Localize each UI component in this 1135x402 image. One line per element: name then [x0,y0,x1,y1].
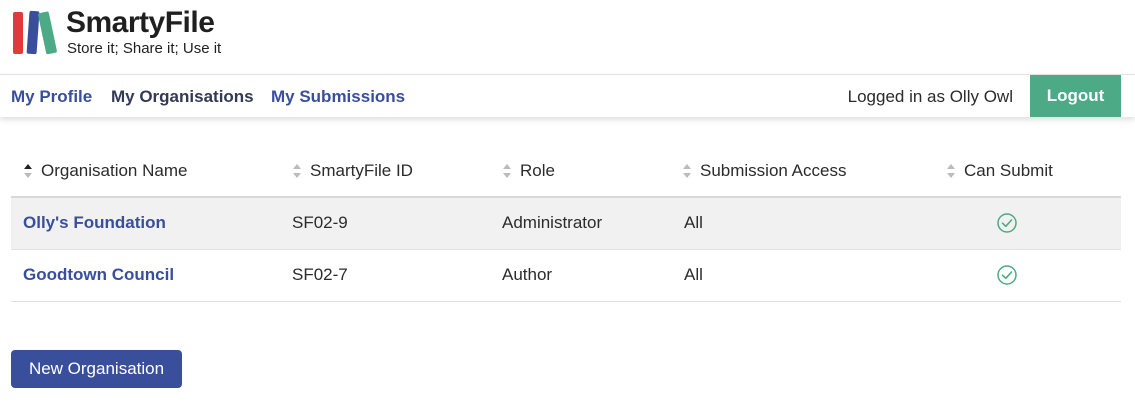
organisations-table: Organisation Name SmartyFile ID Role Sub… [11,145,1121,302]
logout-button[interactable]: Logout [1030,75,1121,117]
sort-icon [292,163,304,179]
column-header-organisation-name[interactable]: Organisation Name [11,145,282,198]
cell-can-submit [936,249,1121,302]
cell-role: Administrator [487,197,672,250]
column-header-label: SmartyFile ID [310,160,413,180]
table-header-row: Organisation Name SmartyFile ID Role Sub… [11,145,1121,198]
nav-my-submissions[interactable]: My Submissions [271,87,405,107]
brand-name: SmartyFile [66,6,215,39]
column-header-smartyfile-id[interactable]: SmartyFile ID [282,145,487,198]
table-row: Goodtown Council SF02-7 Author All [11,249,1121,302]
check-circle-icon [997,213,1017,233]
logo-icon [13,10,57,55]
cell-smartyfile-id: SF02-9 [282,197,487,250]
table-row: Olly's Foundation SF02-9 Administrator A… [11,197,1121,250]
column-header-label: Submission Access [700,160,847,180]
header: SmartyFile Store it; Share it; Use it [0,0,1135,74]
organisation-link[interactable]: Goodtown Council [23,265,174,284]
column-header-label: Organisation Name [41,160,188,180]
column-header-label: Role [520,160,555,180]
sort-icon [946,163,958,179]
column-header-label: Can Submit [964,160,1053,180]
organisation-link[interactable]: Olly's Foundation [23,213,166,232]
column-header-submission-access[interactable]: Submission Access [672,145,936,198]
column-header-can-submit[interactable]: Can Submit [936,145,1121,198]
brand-tagline: Store it; Share it; Use it [67,40,222,57]
sort-icon [502,163,514,179]
cell-submission-access: All [672,249,936,302]
cell-organisation-name: Goodtown Council [11,249,282,302]
navbar: My Profile My Organisations My Submissio… [0,74,1135,117]
cell-role: Author [487,249,672,302]
new-organisation-button[interactable]: New Organisation [11,350,182,388]
cell-organisation-name: Olly's Foundation [11,197,282,250]
nav-my-organisations[interactable]: My Organisations [111,87,254,107]
cell-can-submit [936,197,1121,250]
column-header-role[interactable]: Role [487,145,672,198]
cell-smartyfile-id: SF02-7 [282,249,487,302]
organisations-table-wrapper: Organisation Name SmartyFile ID Role Sub… [11,145,1121,302]
check-circle-icon [997,265,1017,285]
sort-icon [682,163,694,179]
cell-submission-access: All [672,197,936,250]
sort-ascending-icon [23,163,35,179]
logged-in-status: Logged in as Olly Owl [847,87,1013,106]
nav-my-profile[interactable]: My Profile [11,87,92,107]
